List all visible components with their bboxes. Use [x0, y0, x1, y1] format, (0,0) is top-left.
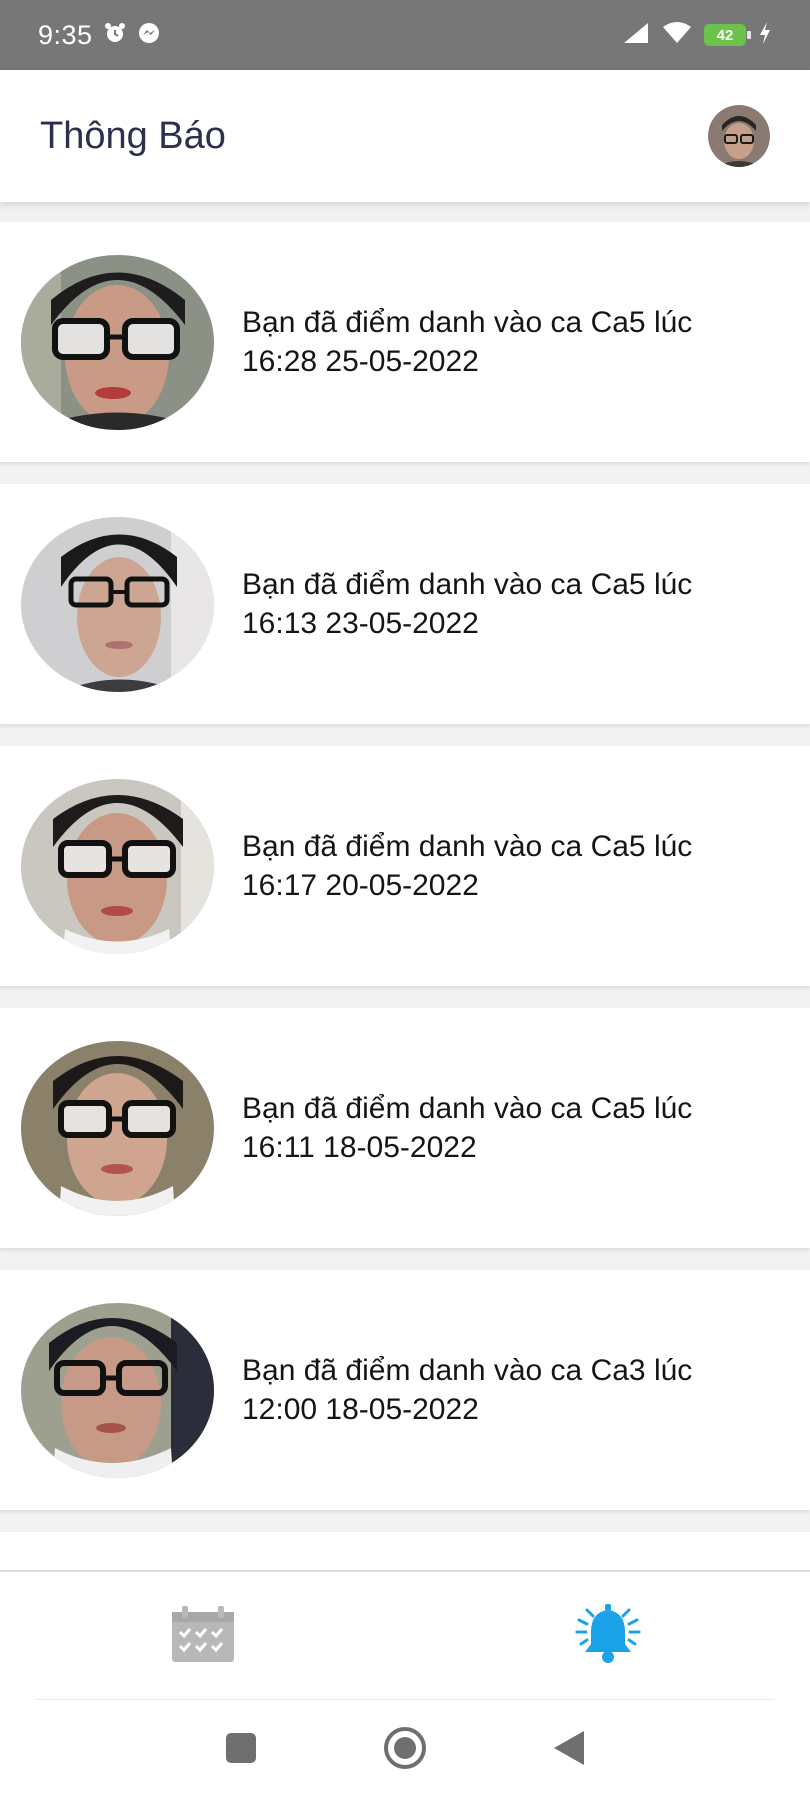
signal-icon	[622, 21, 650, 50]
notification-item[interactable]: Bạn đã điểm danh vào ca Ca5 lúc 16:17 20…	[0, 746, 810, 986]
battery-level: 42	[716, 26, 734, 44]
notification-list: Bạn đã điểm danh vào ca Ca5 lúc 16:28 25…	[0, 222, 810, 1794]
home-circle-icon[interactable]	[383, 1726, 427, 1775]
notification-item[interactable]: Bạn đã điểm danh vào ca Ca5 lúc 16:13 23…	[0, 484, 810, 724]
notification-message: Bạn đã điểm danh vào ca Ca5 lúc 16:11 18…	[242, 1092, 693, 1164]
notification-message: Bạn đã điểm danh vào ca Ca5 lúc 16:13 23…	[242, 568, 693, 640]
notification-item[interactable]: Bạn đã điểm danh vào ca Ca5 lúc 16:28 25…	[0, 222, 810, 462]
app-header: Thông Báo	[0, 70, 810, 202]
back-triangle-icon[interactable]	[552, 1729, 586, 1772]
messenger-icon	[137, 21, 161, 50]
notification-avatar	[21, 254, 214, 430]
bottom-nav	[0, 1570, 810, 1700]
notification-item[interactable]: Bạn đã điểm danh vào ca Ca3 lúc 12:00 18…	[0, 1270, 810, 1510]
notification-message: Bạn đã điểm danh vào ca Ca3 lúc 12:00 18…	[242, 1354, 693, 1426]
battery-icon: 42	[704, 24, 751, 46]
notification-message: Bạn đã điểm danh vào ca Ca5 lúc 16:17 20…	[242, 830, 693, 902]
notification-bell-icon	[573, 1602, 643, 1671]
notification-avatar	[21, 778, 214, 954]
wifi-icon	[662, 21, 692, 50]
notification-avatar	[21, 1302, 214, 1478]
charging-icon	[758, 21, 772, 50]
tab-schedule[interactable]	[0, 1572, 405, 1700]
notification-avatar	[21, 1040, 214, 1216]
notification-message: Bạn đã điểm danh vào ca Ca5 lúc 16:28 25…	[242, 306, 693, 378]
calendar-icon	[170, 1604, 236, 1669]
alarm-icon	[103, 21, 127, 50]
status-time: 9:35	[38, 19, 93, 50]
notification-item[interactable]: Bạn đã điểm danh vào ca Ca5 lúc 16:11 18…	[0, 1008, 810, 1248]
page-title: Thông Báo	[40, 114, 226, 157]
tab-notifications[interactable]	[405, 1572, 810, 1700]
status-bar: 9:35 42	[0, 0, 810, 70]
recents-square-icon[interactable]	[224, 1731, 258, 1770]
profile-avatar[interactable]	[708, 105, 770, 167]
notification-avatar	[21, 516, 214, 692]
system-nav-bar	[0, 1700, 810, 1800]
